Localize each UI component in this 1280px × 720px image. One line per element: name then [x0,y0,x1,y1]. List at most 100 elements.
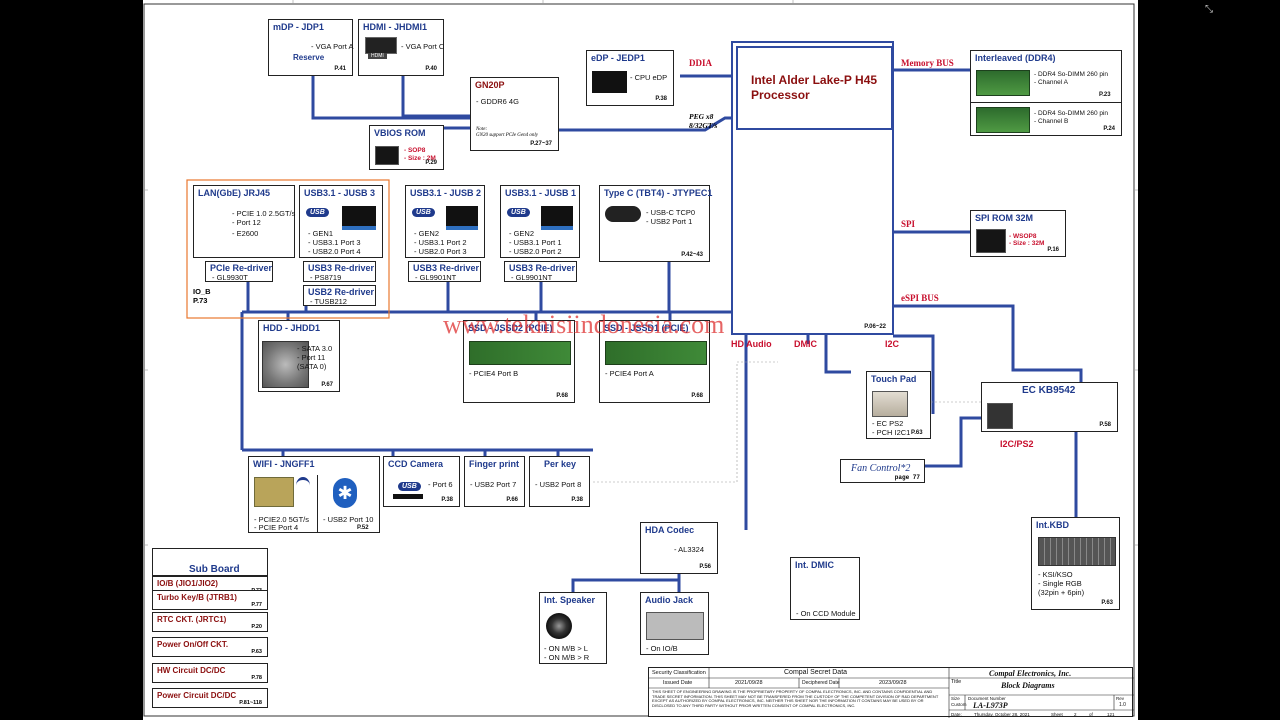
gpu-note: GN20 support PCIe Gen4 only [476,133,538,138]
typec-title: Type C (TBT4) - JTYPEC1 [604,188,713,198]
usb3-line1: - GEN1 [308,229,334,238]
bus-peg-2: 8/32GT/s [689,121,718,130]
wifi-signal-icon [296,477,310,494]
edp-connector-icon [592,71,627,93]
usb3-port-icon [342,206,376,230]
ssd2-card-icon [469,341,571,365]
usb3-usb-logo: USB [306,208,329,217]
bus-peg-1: PEG x8 [689,112,714,121]
dmic-title: Int. DMIC [795,560,834,570]
audio-jack-icon [646,612,704,640]
ccd-page: P.38 [441,497,453,503]
iob-page: P.73 [193,296,208,305]
vbios-title: VBIOS ROM [374,128,426,138]
typec-box: Type C (TBT4) - JTYPEC1 - USB-C TCP0 - U… [599,185,713,262]
touchpad-line1: - EC PS2 [872,419,904,428]
ddr-b-line2: - Channel B [1034,118,1069,125]
ssd1-card-icon [605,341,707,365]
subboard-item-name: IO/B (JIO1/JIO2) [157,579,218,588]
edp-page: P.38 [655,96,667,102]
ccd-title: CCD Camera [388,459,444,469]
usb1-line1: - GEN2 [509,229,535,238]
subboard-item-name: HW Circuit DC/DC [157,666,226,675]
fan-box: Fan Control*2 page 77 [840,459,925,483]
wifi-line3: - USB2 Port 10 [323,515,374,524]
jack-line: - On IO/B [646,644,678,653]
usb2-title: USB3.1 - JUSB 2 [410,188,482,198]
tb-docnum: LA-L973P [973,701,1008,710]
lan-box: LAN(GbE) JRJ45 - PCIE 1.0 2.5GT/s - Port… [193,185,295,258]
usb3-redriver-c-box: USB3 Re-driver - GL9901NT [504,261,577,282]
usb1-line2: - USB3.1 Port 1 [509,238,562,247]
bluetooth-icon: ✱ [333,478,357,508]
finger-line: - USB2 Port 7 [470,480,517,489]
subboard-item-page: P.20 [251,624,262,630]
hdd-line1: - SATA 3.0 [297,344,333,353]
finger-page: P.66 [506,497,518,503]
ddr-title: Interleaved (DDR4) [975,53,1056,63]
ec-page: P.58 [1099,422,1111,428]
usb3-box: USB3.1 - JUSB 3 USB - GEN1 - USB3.1 Port… [299,185,383,258]
vbios-chip-icon [375,146,399,165]
kbd-box: Int.KBD - KSI/KSO - Single RGB (32pin + … [1031,517,1120,610]
mdp-box: mDP - JDP1 - VGA Port A Reserve P.41 [268,19,354,76]
hdd-title: HDD - JHDD1 [263,323,321,333]
ssd2-page: P.68 [556,393,568,399]
vbios-box: VBIOS ROM - SOP8 - Size : 2M P.29 [369,125,444,170]
viewer-collapse-icon[interactable]: ⤡ [1205,4,1213,15]
tb-title: Block Diagrams [1001,681,1055,690]
vbios-page: P.29 [425,160,437,166]
subboard-title: Sub Board [189,564,240,575]
usb1-line3: - USB2.0 Port 2 [509,247,562,256]
usb3-redriver-b-box: USB3 Re-driver - GL9901NT [408,261,481,282]
hdd-box: HDD - JHDD1 - SATA 3.0 - Port 11 (SATA 0… [258,320,340,392]
lan-title: LAN(GbE) JRJ45 [198,188,271,198]
hda-page: P.56 [699,564,711,570]
speaker-box: Int. Speaker - ON M/B > L - ON M/B > R [539,592,607,664]
perkey-page: P.38 [571,497,583,503]
ddr-divider [971,102,1121,103]
touchpad-title: Touch Pad [871,374,917,384]
speaker-icon [546,613,572,639]
usb2-line2: - USB3.1 Port 2 [414,238,467,247]
touchpad-icon [872,391,908,417]
wifi-title: WIFI - JNGFF1 [253,459,315,469]
pcie-redriver-box: PCIe Re-driver - GL9930T [205,261,273,282]
wifi-card-icon [254,477,294,507]
speaker-line1: - ON M/B > L [544,644,588,653]
gpu-title: GN20P [475,80,505,90]
kbd-line2: - Single RGB [1038,579,1082,588]
tb-notice: THIS SHEET OF ENGINEERING DRAWING IS THE… [652,689,939,708]
bus-espi: eSPI BUS [901,293,939,303]
kbd-page: P.63 [1101,600,1113,606]
usb3-redriver-c-title: USB3 Re-driver [509,263,576,273]
tb-of: 121 [1107,712,1115,717]
keyboard-icon [1038,537,1116,566]
dmic-box: Int. DMIC - On CCD Module [790,557,860,620]
usb2-box: USB3.1 - JUSB 2 USB - GEN2 - USB3.1 Port… [405,185,485,258]
pcie-redriver-line: - GL9930T [212,273,248,282]
tb-size-label: Size [951,696,960,701]
gpu-line: - GDDR6 4G [476,97,519,106]
hda-line: - AL3324 [674,545,705,554]
tb-of-label: of [1089,712,1093,717]
hdmi-box: HDMI - JHDMI1 HDMI - VGA Port C P.40 [358,19,444,76]
finger-title: Finger print [469,459,519,469]
subboard-item-name: Turbo Key/B (JTRB1) [157,593,237,602]
touchpad-line2: - PCH I2C1 [872,428,911,437]
title-block: Security Classification Compal Secret Da… [648,667,1134,718]
subboard-item-page: P.77 [251,602,262,608]
wifi-page: P.52 [357,525,369,531]
usb3-redriver-a-line: - PS8719 [310,273,342,282]
subboard-item-name: Power On/Off CKT. [157,640,229,649]
iob-label: IO_B [193,287,211,296]
ddr-b-page: P.24 [1103,126,1115,132]
lan-line2: - Port 12 [232,218,261,227]
ec-title: EC KB9542 [1022,385,1076,396]
tb-sheet-label: Sheet [1051,712,1063,717]
cpu-page: P.06~22 [864,324,886,330]
typec-page: P.42~43 [681,252,703,258]
tb-company: Compal Electronics, Inc. [989,669,1072,678]
touchpad-page: P.63 [911,430,923,436]
ssd1-line: - PCIE4 Port A [605,369,654,378]
